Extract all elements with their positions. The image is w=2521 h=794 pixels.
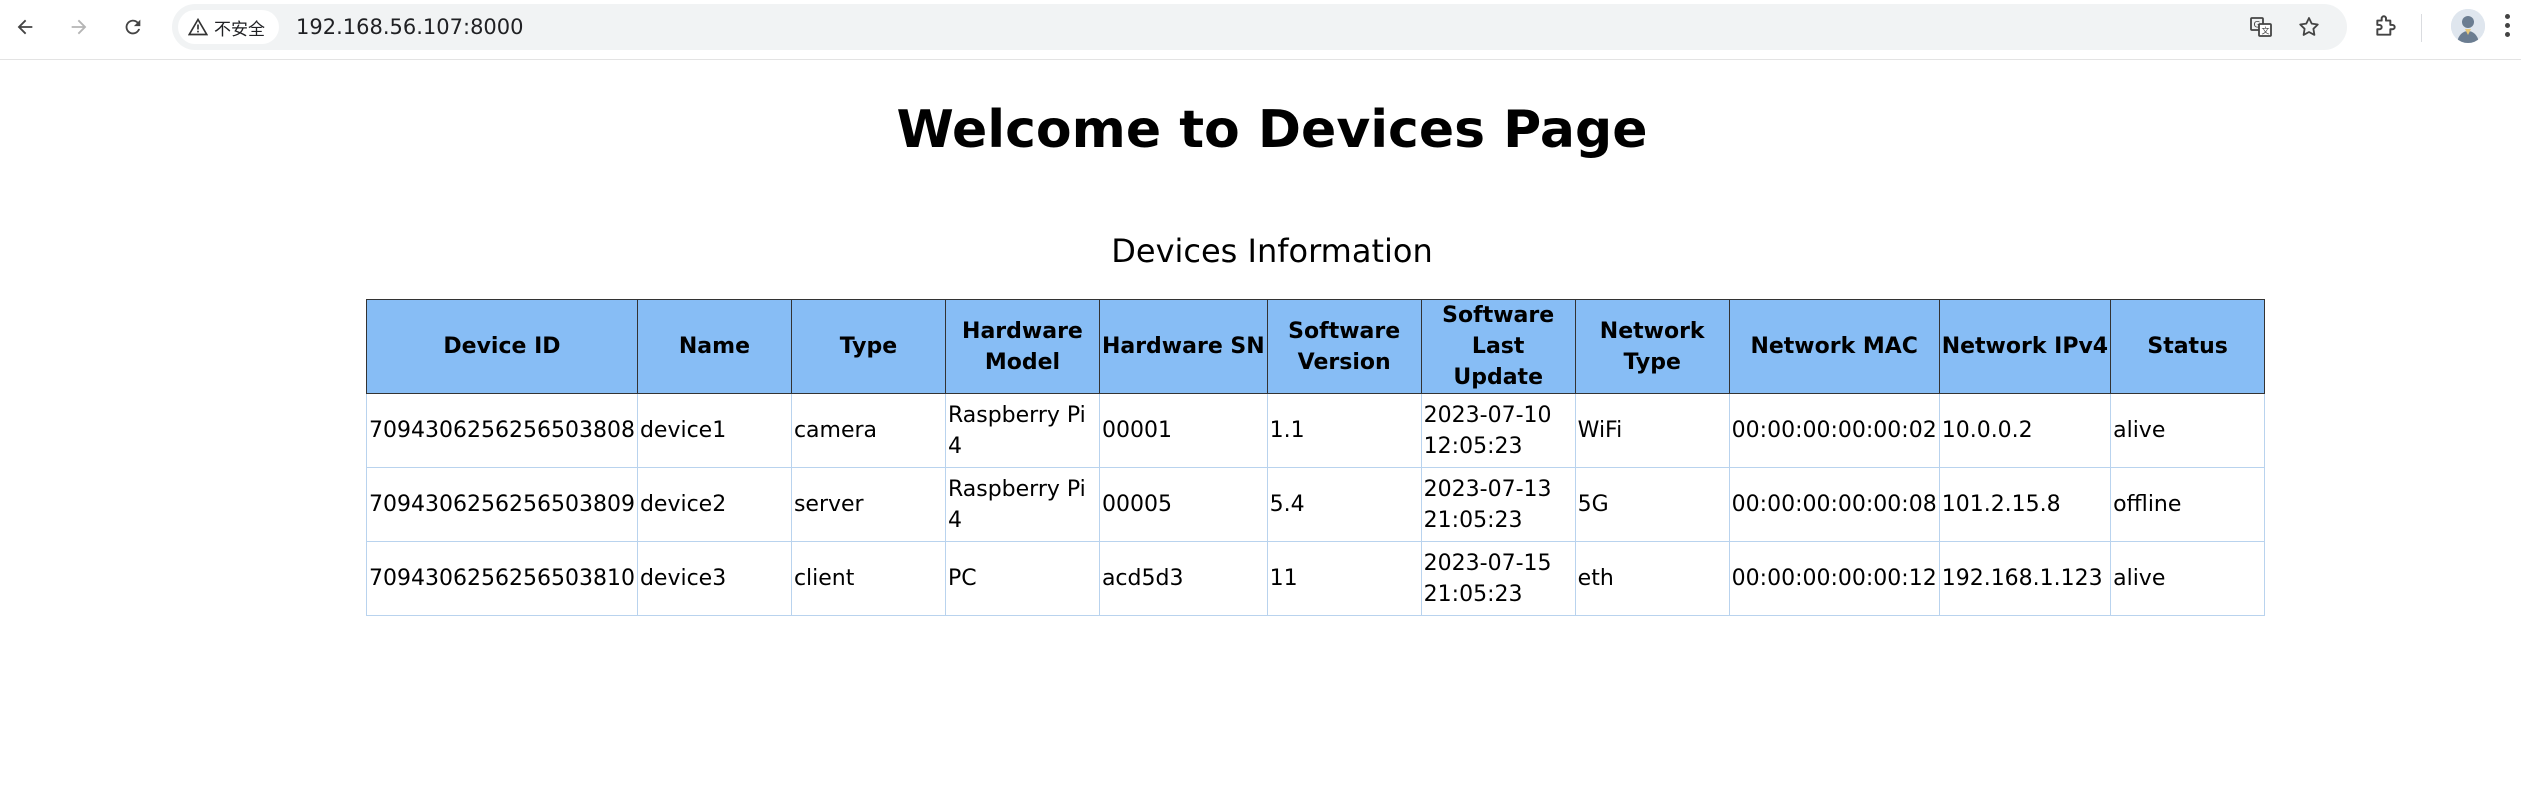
- column-header: Hardware Model: [944, 299, 1100, 394]
- table-row: 7094306256256503809 device2 server Raspb…: [366, 467, 2266, 542]
- cell-device-id: 7094306256256503809: [366, 467, 638, 542]
- cell-status: alive: [2110, 541, 2266, 616]
- table-header: Device ID Name Type Hardware Model Hardw…: [366, 299, 2266, 394]
- column-header: Software Version: [1266, 299, 1422, 394]
- url-text[interactable]: 192.168.56.107:8000: [296, 4, 524, 50]
- avatar-icon: [2451, 9, 2485, 43]
- devices-table: Device ID Name Type Hardware Model Hardw…: [366, 299, 2266, 616]
- cell-network-type: WiFi: [1574, 393, 1730, 468]
- security-indicator[interactable]: 不安全: [178, 10, 279, 44]
- header-row: Device ID Name Type Hardware Model Hardw…: [366, 299, 2266, 394]
- cell-network-ipv4: 101.2.15.8: [1938, 467, 2112, 542]
- cell-device-id: 7094306256256503808: [366, 393, 638, 468]
- browser-toolbar: 不安全 192.168.56.107:8000 G文: [0, 0, 2521, 60]
- cell-network-mac: 00:00:00:00:00:02: [1728, 393, 1940, 468]
- column-header: Software Last Update: [1420, 299, 1576, 394]
- bookmark-button[interactable]: [2292, 10, 2326, 44]
- menu-dot: [2504, 32, 2510, 37]
- cell-hardware-model: Raspberry Pi 4: [944, 393, 1100, 468]
- table-body: 7094306256256503808 device1 camera Raspb…: [366, 393, 2266, 616]
- cell-network-ipv4: 192.168.1.123: [1938, 541, 2112, 616]
- cell-network-mac: 00:00:00:00:00:12: [1728, 541, 1940, 616]
- cell-name: device3: [636, 541, 792, 616]
- cell-network-type: 5G: [1574, 467, 1730, 542]
- cell-device-id: 7094306256256503810: [366, 541, 638, 616]
- column-header: Type: [790, 299, 946, 394]
- column-header: Hardware SN: [1098, 299, 1268, 394]
- extensions-icon: [2376, 15, 2396, 36]
- forward-icon: [71, 19, 87, 35]
- address-bar[interactable]: 不安全 192.168.56.107:8000 G文: [172, 4, 2347, 50]
- cell-name: device1: [636, 393, 792, 468]
- cell-network-mac: 00:00:00:00:00:08: [1728, 467, 1940, 542]
- star-icon: [2299, 17, 2319, 36]
- translate-button[interactable]: G文: [2244, 10, 2278, 44]
- cell-status: alive: [2110, 393, 2266, 468]
- svg-text:文: 文: [2262, 26, 2270, 36]
- toolbar-divider: [2421, 14, 2422, 42]
- cell-hardware-model: PC: [944, 541, 1100, 616]
- cell-type: camera: [790, 393, 946, 468]
- warning-icon: [188, 17, 208, 36]
- back-icon: [17, 19, 33, 35]
- cell-software-last-update: 2023-07-10 12:05:23: [1420, 393, 1576, 468]
- reload-icon: [125, 19, 141, 35]
- table-row: 7094306256256503810 device3 client PC ac…: [366, 541, 2266, 616]
- cell-software-last-update: 2023-07-13 21:05:23: [1420, 467, 1576, 542]
- cell-hardware-model: Raspberry Pi 4: [944, 467, 1100, 542]
- translate-icon: G文: [2250, 17, 2272, 37]
- table-row: 7094306256256503808 device1 camera Raspb…: [366, 393, 2266, 468]
- cell-hardware-sn: 00001: [1098, 393, 1268, 468]
- cell-hardware-sn: acd5d3: [1098, 541, 1268, 616]
- menu-dot: [2504, 23, 2510, 28]
- column-header: Network IPv4: [1938, 299, 2112, 394]
- menu-button[interactable]: [2499, 10, 2515, 42]
- section-title: Devices Information: [1111, 232, 1433, 270]
- cell-software-version: 11: [1266, 541, 1422, 616]
- cell-type: server: [790, 467, 946, 542]
- column-header: Network MAC: [1728, 299, 1940, 394]
- profile-avatar[interactable]: [2451, 9, 2485, 43]
- cell-name: device2: [636, 467, 792, 542]
- cell-type: client: [790, 541, 946, 616]
- cell-network-ipv4: 10.0.0.2: [1938, 393, 2112, 468]
- extensions-button[interactable]: [2366, 6, 2406, 46]
- reload-button[interactable]: [114, 8, 152, 46]
- cell-status: offline: [2110, 467, 2266, 542]
- forward-button[interactable]: [60, 8, 98, 46]
- cell-software-version: 5.4: [1266, 467, 1422, 542]
- cell-software-last-update: 2023-07-15 21:05:23: [1420, 541, 1576, 616]
- column-header: Status: [2110, 299, 2266, 394]
- cell-hardware-sn: 00005: [1098, 467, 1268, 542]
- cell-software-version: 1.1: [1266, 393, 1422, 468]
- column-header: Device ID: [366, 299, 638, 394]
- security-label: 不安全: [214, 19, 265, 40]
- menu-icon: [2504, 14, 2510, 19]
- back-button[interactable]: [6, 8, 44, 46]
- cell-network-type: eth: [1574, 541, 1730, 616]
- column-header: Name: [636, 299, 792, 394]
- column-header: Network Type: [1574, 299, 1730, 394]
- page-title: Welcome to Devices Page: [896, 100, 1648, 160]
